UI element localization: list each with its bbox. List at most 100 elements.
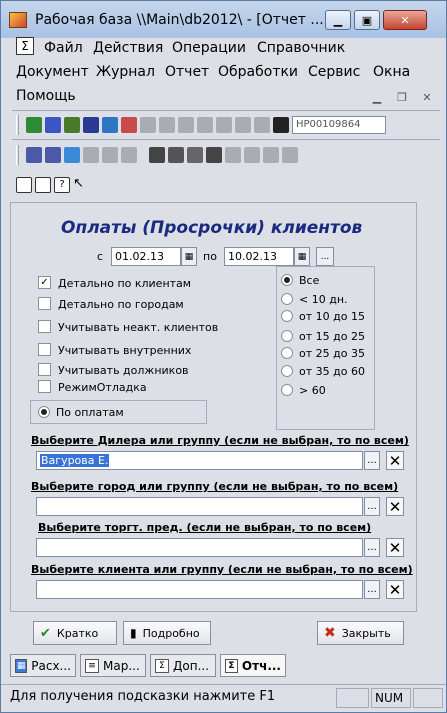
city-input[interactable] <box>36 497 363 516</box>
radio-period-10-15-label: от 10 до 15 <box>299 310 365 323</box>
notes-icon[interactable] <box>168 147 184 163</box>
undo-icon[interactable] <box>216 117 232 133</box>
menu-report[interactable]: Отчет <box>165 64 209 80</box>
checkbox-inactive-clients[interactable] <box>38 320 51 333</box>
menu-windows[interactable]: Окна <box>373 64 410 80</box>
close-x-icon: ✖ <box>324 625 336 641</box>
radio-period-15-25[interactable] <box>281 330 293 342</box>
stack-icon[interactable] <box>102 117 118 133</box>
brief-report-button[interactable]: ✔ Кратко <box>33 621 117 645</box>
minimize-button[interactable]: ▁ <box>325 10 351 30</box>
binoculars-icon[interactable] <box>273 117 289 133</box>
close-form-button[interactable]: ✖ Закрыть <box>317 621 404 645</box>
menu-actions[interactable]: Действия <box>93 40 163 56</box>
copy-disabled-icon[interactable] <box>159 117 175 133</box>
date-to-input[interactable]: 10.02.13 <box>224 247 294 266</box>
client-clear-button[interactable]: ✕ <box>386 580 404 599</box>
city-browse-button[interactable]: ... <box>364 497 380 516</box>
redo-icon[interactable] <box>235 117 251 133</box>
toolbar-grip[interactable] <box>16 115 19 135</box>
mdi-close-button[interactable]: ✕ <box>418 88 436 106</box>
grid-icon[interactable] <box>121 117 137 133</box>
context-help-icon[interactable]: ↖ <box>73 177 89 193</box>
status-cell-scroll <box>413 688 443 708</box>
client-input[interactable] <box>36 580 363 599</box>
print-disabled-icon[interactable] <box>254 117 270 133</box>
dealer-input[interactable]: Вагурова Е. <box>36 451 363 470</box>
close-window-button[interactable]: ✕ <box>383 10 427 30</box>
radio-period-lt10[interactable] <box>281 293 293 305</box>
cash-disabled-icon[interactable] <box>121 147 137 163</box>
date-to-calendar-button[interactable]: ▦ <box>294 247 310 266</box>
bill-disabled-icon[interactable] <box>102 147 118 163</box>
mdi-restore-button[interactable]: ❐ <box>393 88 411 106</box>
menu-reference[interactable]: Справочник <box>257 40 345 56</box>
menu-journal[interactable]: Журнал <box>96 64 155 80</box>
date-from-input[interactable]: 01.02.13 <box>111 247 181 266</box>
dealer-browse-button[interactable]: ... <box>364 451 380 470</box>
waybill-disabled-icon[interactable] <box>83 147 99 163</box>
tab-additional[interactable]: Σ Доп... <box>150 654 216 677</box>
box-disabled-icon[interactable] <box>225 147 241 163</box>
eraser-icon[interactable] <box>149 147 165 163</box>
maximize-button[interactable]: ▣ <box>354 10 380 30</box>
menu-file[interactable]: Файл <box>44 40 83 56</box>
invoice-icon[interactable] <box>83 117 99 133</box>
checkbox-detail-clients[interactable]: ✓ <box>38 276 51 289</box>
checkbox-debug-mode[interactable] <box>38 380 51 393</box>
sales-rep-browse-button[interactable]: ... <box>364 538 380 557</box>
city-clear-button[interactable]: ✕ <box>386 497 404 516</box>
checkbox-inactive-clients-label: Учитывать неакт. клиентов <box>58 321 219 334</box>
unlock-user-icon[interactable] <box>35 177 51 193</box>
lock-user-icon[interactable] <box>16 177 32 193</box>
users-icon[interactable] <box>45 117 61 133</box>
detailed-report-label: Подробно <box>142 626 200 640</box>
folder-disabled-icon[interactable] <box>282 147 298 163</box>
toolbar-grip[interactable] <box>16 145 19 165</box>
period-select-button[interactable]: ... <box>316 247 334 266</box>
doc-system-icon[interactable]: Σ <box>16 37 34 55</box>
tab-report[interactable]: Σ Отч... <box>220 654 286 677</box>
open-icon[interactable] <box>26 117 42 133</box>
act-disabled-icon[interactable] <box>244 147 260 163</box>
menu-operations[interactable]: Операции <box>172 40 246 56</box>
restore-icon: ▣ <box>361 13 373 27</box>
sales-rep-input[interactable] <box>36 538 363 557</box>
mdi-minimize-button[interactable]: ▁ <box>368 88 386 106</box>
grid-doc-icon: ▦ <box>15 658 28 673</box>
checkbox-debtors[interactable] <box>38 363 51 376</box>
menu-processing[interactable]: Обработки <box>218 64 298 80</box>
radio-period-35-60[interactable] <box>281 365 293 377</box>
person-disabled-icon[interactable] <box>140 117 156 133</box>
app-icon[interactable] <box>9 12 27 28</box>
doc-bank-icon[interactable] <box>64 147 80 163</box>
table-icon[interactable] <box>206 147 222 163</box>
sales-rep-clear-button[interactable]: ✕ <box>386 538 404 557</box>
paste-disabled-icon[interactable] <box>178 117 194 133</box>
search-input[interactable]: НР00109864 <box>292 116 386 134</box>
checkbox-internal[interactable] <box>38 343 51 356</box>
menu-service[interactable]: Сервис <box>308 64 360 80</box>
radio-by-payments[interactable] <box>38 406 50 418</box>
radio-period-10-15[interactable] <box>281 310 293 322</box>
dealer-clear-button[interactable]: ✕ <box>386 451 404 470</box>
date-from-calendar-button[interactable]: ▦ <box>181 247 197 266</box>
radio-period-all[interactable] <box>281 274 293 286</box>
detailed-report-button[interactable]: ▮ Подробно <box>123 621 211 645</box>
menu-help[interactable]: Помощь <box>16 88 76 104</box>
dealer-selector-label: Выберите Дилера или группу (если не выбр… <box>31 434 409 447</box>
doc-sale-icon[interactable] <box>45 147 61 163</box>
tab-expenses[interactable]: ▦ Расх... <box>10 654 76 677</box>
client-browse-button[interactable]: ... <box>364 580 380 599</box>
list-icon[interactable] <box>187 147 203 163</box>
radio-period-gt60[interactable] <box>281 384 293 396</box>
radio-period-25-35[interactable] <box>281 347 293 359</box>
help-icon[interactable]: ? <box>54 177 70 193</box>
checkbox-detail-cities[interactable] <box>38 297 51 310</box>
doc-income-icon[interactable] <box>26 147 42 163</box>
menu-document[interactable]: Документ <box>16 64 89 80</box>
chart-icon[interactable] <box>64 117 80 133</box>
stamp-disabled-icon[interactable] <box>263 147 279 163</box>
clip-disabled-icon[interactable] <box>197 117 213 133</box>
tab-routes[interactable]: ≡ Мар... <box>80 654 146 677</box>
